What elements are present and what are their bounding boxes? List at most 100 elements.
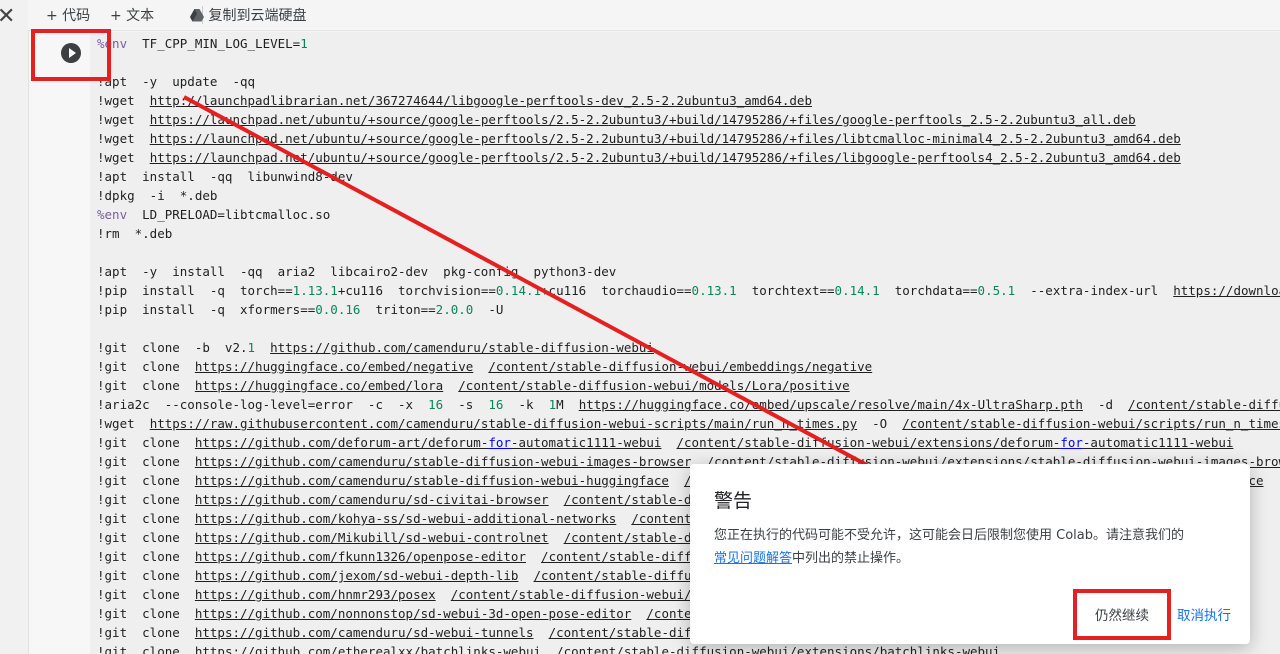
dialog-body-text: 您正在执行的代码可能不受允许，这可能会日后限制您使用 Colab。请注意我们的 — [714, 528, 1184, 543]
code-link-token: https://raw.githubusercontent.com/camend… — [149, 416, 858, 431]
code-token: -k — [503, 397, 549, 412]
code-link-token: /+files/libgoogle-perftools4_2. — [781, 150, 1016, 165]
left-rail: ✕ — [0, 0, 29, 654]
code-link-token: 5 — [1015, 150, 1023, 165]
code-link-token: https://github.com/nonnonstop/sd-webui- — [194, 606, 489, 621]
code-token: triton== — [360, 302, 436, 317]
code-link-token: - — [992, 112, 1001, 127]
code-link-token: https://github.com/jexom/sd-webui-depth-… — [194, 568, 519, 583]
code-link-token: https://github.com/camenduru/stable-diff… — [194, 454, 692, 469]
code-token: !git clone — [97, 492, 195, 507]
code-link-token: https://huggingface.co/embed/lora — [194, 378, 444, 393]
code-token: torchdata== — [879, 283, 978, 298]
code-token: 16 — [428, 397, 444, 412]
drive-icon — [190, 8, 208, 24]
dialog-body: 您正在执行的代码可能不受允许，这可能会日后限制您使用 Colab。请注意我们的 … — [714, 524, 1224, 570]
code-link-token: https://github.com/fkunn1326/openpose-ed… — [194, 549, 526, 564]
code-link-token: /libgoogle-perftools-dev_2. — [443, 93, 647, 108]
code-link-token: 5 — [646, 93, 654, 108]
code-link-token: -automatic1111-webui — [1082, 435, 1234, 450]
continue-button-highlight — [1073, 589, 1171, 640]
code-token: %env — [97, 207, 128, 222]
code-token: --extra-index-url — [1015, 283, 1174, 298]
code-token: !git clone — [97, 625, 195, 640]
code-token: !pip install -q torch== — [97, 283, 293, 298]
code-link-token: https://download.pytorch.o — [1173, 283, 1280, 298]
code-token: 0.14.1 — [834, 283, 880, 298]
code-token: torchtext== — [736, 283, 835, 298]
code-line: !wget https://launchpad.net/ubuntu/+sour… — [97, 110, 1136, 129]
code-token: !git clone — [97, 435, 195, 450]
code-token: 0.0.16 — [315, 302, 361, 317]
code-line: !git clone https://github.com/deforum-ar… — [97, 433, 1233, 452]
code-link-token: ubuntu3/+build/ — [608, 131, 722, 146]
code-link-token: https://huggingface.co/embed/upscale/res… — [578, 397, 955, 412]
code-link-token: https://github.com/camenduru/stable-diff… — [270, 340, 654, 355]
faq-link[interactable]: 常见问题解答 — [714, 551, 792, 566]
code-link-token: /content/stable-diffusion-webui/extensio… — [556, 644, 1001, 654]
code-link-token: /content/stable-diffusion-webui/scripts/… — [902, 416, 1280, 431]
code-token: !git clone — [97, 530, 195, 545]
close-icon[interactable]: ✕ — [0, 6, 15, 28]
code-line: !dpkg -i *.deb — [97, 186, 217, 205]
dialog-body-suffix: 中列出的禁止操作。 — [792, 551, 910, 566]
code-link-token: x-UltraSharp.pth — [962, 397, 1083, 412]
code-line: %env LD_PRELOAD=libtcmalloc.so — [97, 205, 330, 224]
add-text-button[interactable]: + 文本 — [110, 5, 154, 25]
code-link-token: 2.2 — [1030, 150, 1053, 165]
code-token: M — [556, 397, 579, 412]
code-link-token: 14795286 — [721, 150, 782, 165]
code-link-token: https://github.com/camenduru/sd-webui-tu… — [194, 625, 534, 640]
code-token: !wget — [97, 112, 150, 127]
code-token: !git clone — [97, 473, 195, 488]
code-link-token: 2.2 — [1000, 112, 1023, 127]
code-link-token: /content/stable-diffusion-webui/embeddin… — [488, 359, 873, 374]
code-link-token: 14795286 — [721, 131, 782, 146]
code-link-token: http://launchpadlibrarian.net/ — [149, 93, 376, 108]
code-link-token: https://github.com/kohya-ss/sd-webui-add… — [194, 511, 617, 526]
code-link-token: https://github.com/etherealxx/batchlinks… — [194, 644, 542, 654]
code-link-token: d-open-pose-editor — [495, 606, 632, 621]
code-link-token: ubuntu3_all.deb — [1022, 112, 1136, 127]
code-token: -s — [443, 397, 489, 412]
code-token: -U — [473, 302, 504, 317]
code-token: !git clone — [97, 378, 195, 393]
code-token: !wget — [97, 416, 150, 431]
copy-to-drive-button[interactable]: 复制到云端硬盘 — [190, 5, 306, 25]
code-link-token: ubuntu3_amd64.deb — [684, 93, 812, 108]
code-token: 0.5.1 — [977, 283, 1016, 298]
code-line: !pip install -q xformers==0.0.16 triton=… — [97, 300, 503, 319]
code-token: !wget — [97, 93, 150, 108]
code-token: !apt -y install -qq aria2 libcairo2-dev … — [97, 264, 617, 279]
code-link-token: /+files/libtcmalloc-minimal4_2. — [781, 131, 1016, 146]
code-token: TF_CPP_MIN_LOG_LEVEL= — [127, 36, 301, 51]
code-token: !rm *.deb — [97, 226, 173, 241]
code-link-token: 3 — [488, 606, 496, 621]
code-line: !apt install -qq libunwind8-dev — [97, 167, 353, 186]
code-link-token: https://launchpad.net/ubuntu/+source/goo… — [149, 131, 557, 146]
code-token: 2.0.0 — [435, 302, 474, 317]
code-link-token: 5 — [1015, 131, 1023, 146]
code-token: !dpkg -i *.deb — [97, 188, 218, 203]
dialog-title: 警告 — [714, 490, 753, 512]
code-line: !wget https://launchpad.net/ubuntu/+sour… — [97, 148, 1181, 167]
code-token: 0.14.1 — [495, 283, 542, 298]
code-token: !git clone -b v2. — [97, 340, 248, 355]
code-link-token: 2.2 — [661, 93, 685, 108]
add-code-button[interactable]: + 代码 — [46, 5, 90, 25]
code-link-token: https://github.com/Mikubill/sd-webui-con… — [194, 530, 549, 545]
code-token: !aria2c --console-log-level=error -c -x — [97, 397, 429, 412]
code-token: 1 — [300, 36, 308, 51]
code-link-token: 367274644 — [375, 93, 444, 108]
code-token: !git clone — [97, 549, 195, 564]
code-link-token: ubuntu3_amd64.deb — [1052, 150, 1181, 165]
code-link-token: for — [488, 435, 511, 450]
code-link-token: https://github.com/deforum-art/deforum- — [194, 435, 489, 450]
cancel-execution-button[interactable]: 取消执行 — [1177, 604, 1231, 624]
